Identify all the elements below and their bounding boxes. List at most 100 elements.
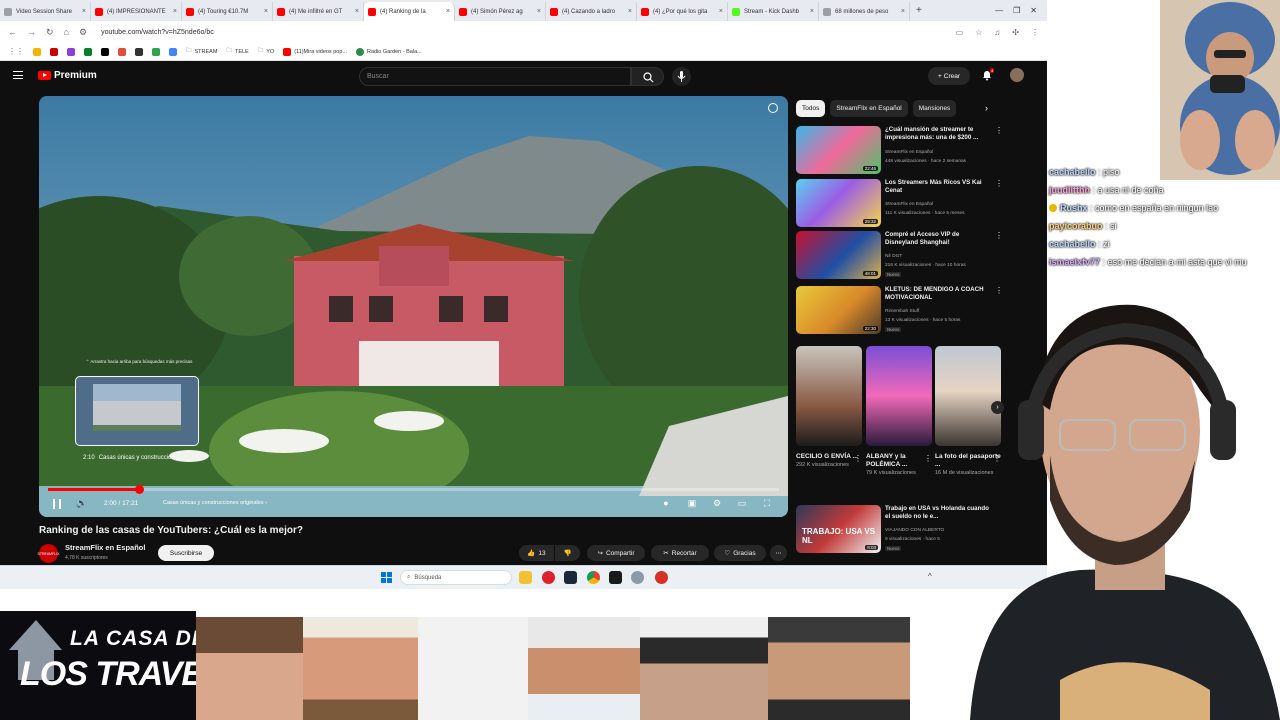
create-button[interactable]: + Crear — [928, 67, 970, 85]
extensions-icon[interactable]: ✣ — [1012, 28, 1019, 37]
minimize-icon[interactable]: — — [995, 6, 1003, 15]
fullscreen-icon[interactable]: ⛶ — [761, 498, 773, 509]
short-item[interactable]: CECILIO G ENVÍA ... 292 K visualizacione… — [796, 346, 862, 469]
more-options-icon[interactable]: ⋮ — [995, 231, 1003, 240]
more-options-icon[interactable]: ⋮ — [854, 454, 862, 463]
subtitles-icon[interactable]: ▣ — [686, 498, 698, 509]
browser-tab[interactable]: Video Session Share × — [0, 2, 91, 21]
recommendation-channel[interactable]: StreamFlix en Español — [885, 202, 933, 207]
recommendation-title[interactable]: Compré el Acceso VIP de Disneyland Shang… — [885, 231, 993, 246]
settings-app-icon[interactable] — [631, 571, 644, 584]
app-icon[interactable] — [542, 571, 555, 584]
subscribe-button[interactable]: Suscribirse — [158, 545, 214, 561]
site-info-icon[interactable]: ⚙ — [79, 27, 87, 38]
dislike-button[interactable]: 👎 — [555, 545, 580, 561]
browser-tab[interactable]: (4) IMPRESIONANTE × — [91, 2, 182, 21]
volume-icon[interactable]: 🔈 — [76, 498, 87, 509]
clip-button[interactable]: ✂ Recortar — [651, 545, 709, 561]
chat-username[interactable]: Rushx — [1060, 203, 1088, 213]
thanks-button[interactable]: ♡ Gracias — [714, 545, 766, 561]
bookmark-folder-stream[interactable]: 🗀 STREAM — [186, 47, 217, 56]
channel-name[interactable]: StreamFlix en Español — [65, 543, 145, 552]
voice-search-button[interactable] — [672, 67, 691, 86]
share-button[interactable]: ↪ Compartir — [587, 545, 645, 561]
chip-mansiones[interactable]: Mansiones — [912, 100, 957, 117]
pause-button[interactable] — [53, 499, 61, 509]
close-tab-icon[interactable]: × — [898, 8, 905, 15]
chat-username[interactable]: cachabello — [1049, 167, 1096, 177]
progress-scrubber[interactable] — [135, 485, 144, 494]
chapter-label[interactable]: Casas únicas y construcciones originales… — [163, 500, 267, 506]
bookmark-radio-garden[interactable]: Radio Garden - Bala... — [355, 47, 422, 56]
close-tab-icon[interactable]: × — [534, 8, 541, 15]
browser-tab[interactable]: (4) Me infiltré en GT × — [273, 2, 364, 21]
terminal-icon[interactable] — [609, 571, 622, 584]
close-tab-icon[interactable]: × — [625, 8, 632, 15]
new-tab-icon[interactable]: + — [916, 5, 922, 16]
taskbar-search[interactable]: ⌕ Búsqueda — [400, 570, 512, 585]
bookmark-star-icon[interactable]: ☆ — [975, 28, 982, 37]
close-tab-icon[interactable]: × — [170, 8, 177, 15]
close-tab-icon[interactable]: × — [261, 8, 268, 15]
video-thumbnail[interactable]: 29:32 — [796, 179, 881, 227]
maximize-icon[interactable]: ❐ — [1013, 6, 1020, 15]
browser-tab[interactable]: (4) ¿Por qué los gita × — [637, 2, 728, 21]
browser-tab[interactable]: (4) Touring €10.7M × — [182, 2, 273, 21]
channel-avatar[interactable]: STREAMFLIX — [38, 544, 60, 563]
browser-tab[interactable]: (4) Ranking de la × — [364, 2, 455, 21]
bookmark-icon[interactable] — [33, 47, 41, 56]
video-thumbnail[interactable]: 22:30 — [796, 286, 881, 334]
bookmark-icon[interactable] — [101, 47, 109, 56]
settings-icon[interactable]: ⚙ — [711, 498, 723, 509]
bookmark-folder-yo[interactable]: 🗀 YO — [258, 47, 274, 56]
recommendation-channel[interactable]: Nil OGT — [885, 254, 902, 259]
chip-streamflix[interactable]: StreamFlix en Español — [830, 100, 908, 117]
recommendation-item[interactable]: 48:01 Compré el Acceso VIP de Disneyland… — [796, 231, 1006, 281]
video-thumbnail[interactable]: 48:01 — [796, 231, 881, 279]
short-thumbnail[interactable] — [796, 346, 862, 446]
chat-username[interactable]: cachabello — [1049, 239, 1096, 249]
app-icon[interactable] — [655, 571, 668, 584]
youtube-logo[interactable]: Premium — [38, 70, 97, 81]
search-button[interactable] — [631, 67, 664, 86]
recommendation-item[interactable]: 29:32 Los Streamers Más Ricos VS Kai Cen… — [796, 179, 1006, 229]
bookmark-icon[interactable] — [152, 47, 160, 56]
bookmark-mira-videos[interactable]: (11)Mira videos pop... — [283, 47, 347, 56]
account-avatar[interactable] — [1010, 68, 1024, 82]
close-tab-icon[interactable]: × — [443, 8, 450, 15]
home-icon[interactable]: ⌂ — [64, 27, 69, 37]
bookmark-icon[interactable] — [169, 47, 177, 56]
chat-username[interactable]: payicorabuo — [1049, 221, 1103, 231]
steam-icon[interactable] — [564, 571, 577, 584]
media-icon[interactable]: ♫ — [994, 28, 1000, 37]
bookmark-folder-tele[interactable]: 🗀 TELE — [226, 47, 248, 56]
more-options-icon[interactable]: ⋮ — [995, 179, 1003, 188]
chevron-right-icon[interactable]: › — [985, 103, 988, 113]
browser-tab[interactable]: (4) Simón Pérez ag × — [455, 2, 546, 21]
more-actions-button[interactable]: ⋯ — [770, 545, 787, 561]
close-tab-icon[interactable]: × — [807, 8, 814, 15]
cast-icon[interactable]: ▭ — [956, 28, 964, 37]
more-options-icon[interactable]: ⋮ — [995, 126, 1003, 135]
forward-icon[interactable]: → — [27, 27, 36, 37]
chat-username[interactable]: ismaelxfv77 — [1049, 257, 1100, 267]
browser-tab[interactable]: 68 millones de peso × — [819, 2, 910, 21]
close-tab-icon[interactable]: × — [716, 8, 723, 15]
like-button[interactable]: 👍 13 — [519, 545, 554, 561]
chat-username[interactable]: juudiitthh — [1049, 185, 1090, 195]
browser-tab[interactable]: Stream - Kick Dashb × — [728, 2, 819, 21]
close-window-icon[interactable]: ✕ — [1030, 6, 1037, 15]
progress-bar[interactable] — [48, 485, 779, 494]
recommendation-channel[interactable]: StreamFlix en Español — [885, 150, 933, 155]
url-field[interactable]: youtube.com/watch?v=hZ5nde6o/bc — [97, 24, 946, 40]
recommendation-title[interactable]: ¿Cuál mansión de streamer te impresiona … — [885, 126, 993, 141]
video-thumbnail[interactable]: TRABAJO: USA VS NL 8:03 — [796, 505, 881, 553]
hamburger-menu-icon[interactable] — [13, 71, 23, 79]
apps-icon[interactable]: ⋮⋮ — [8, 47, 24, 56]
windows-start-icon[interactable] — [381, 572, 392, 583]
bookmark-icon[interactable] — [50, 47, 58, 56]
chip-todos[interactable]: Todos — [796, 100, 826, 117]
video-thumbnail[interactable]: 22:46 — [796, 126, 881, 174]
short-title[interactable]: CECILIO G ENVÍA ... — [796, 453, 862, 461]
autoplay-toggle-icon[interactable]: ● — [660, 498, 672, 509]
